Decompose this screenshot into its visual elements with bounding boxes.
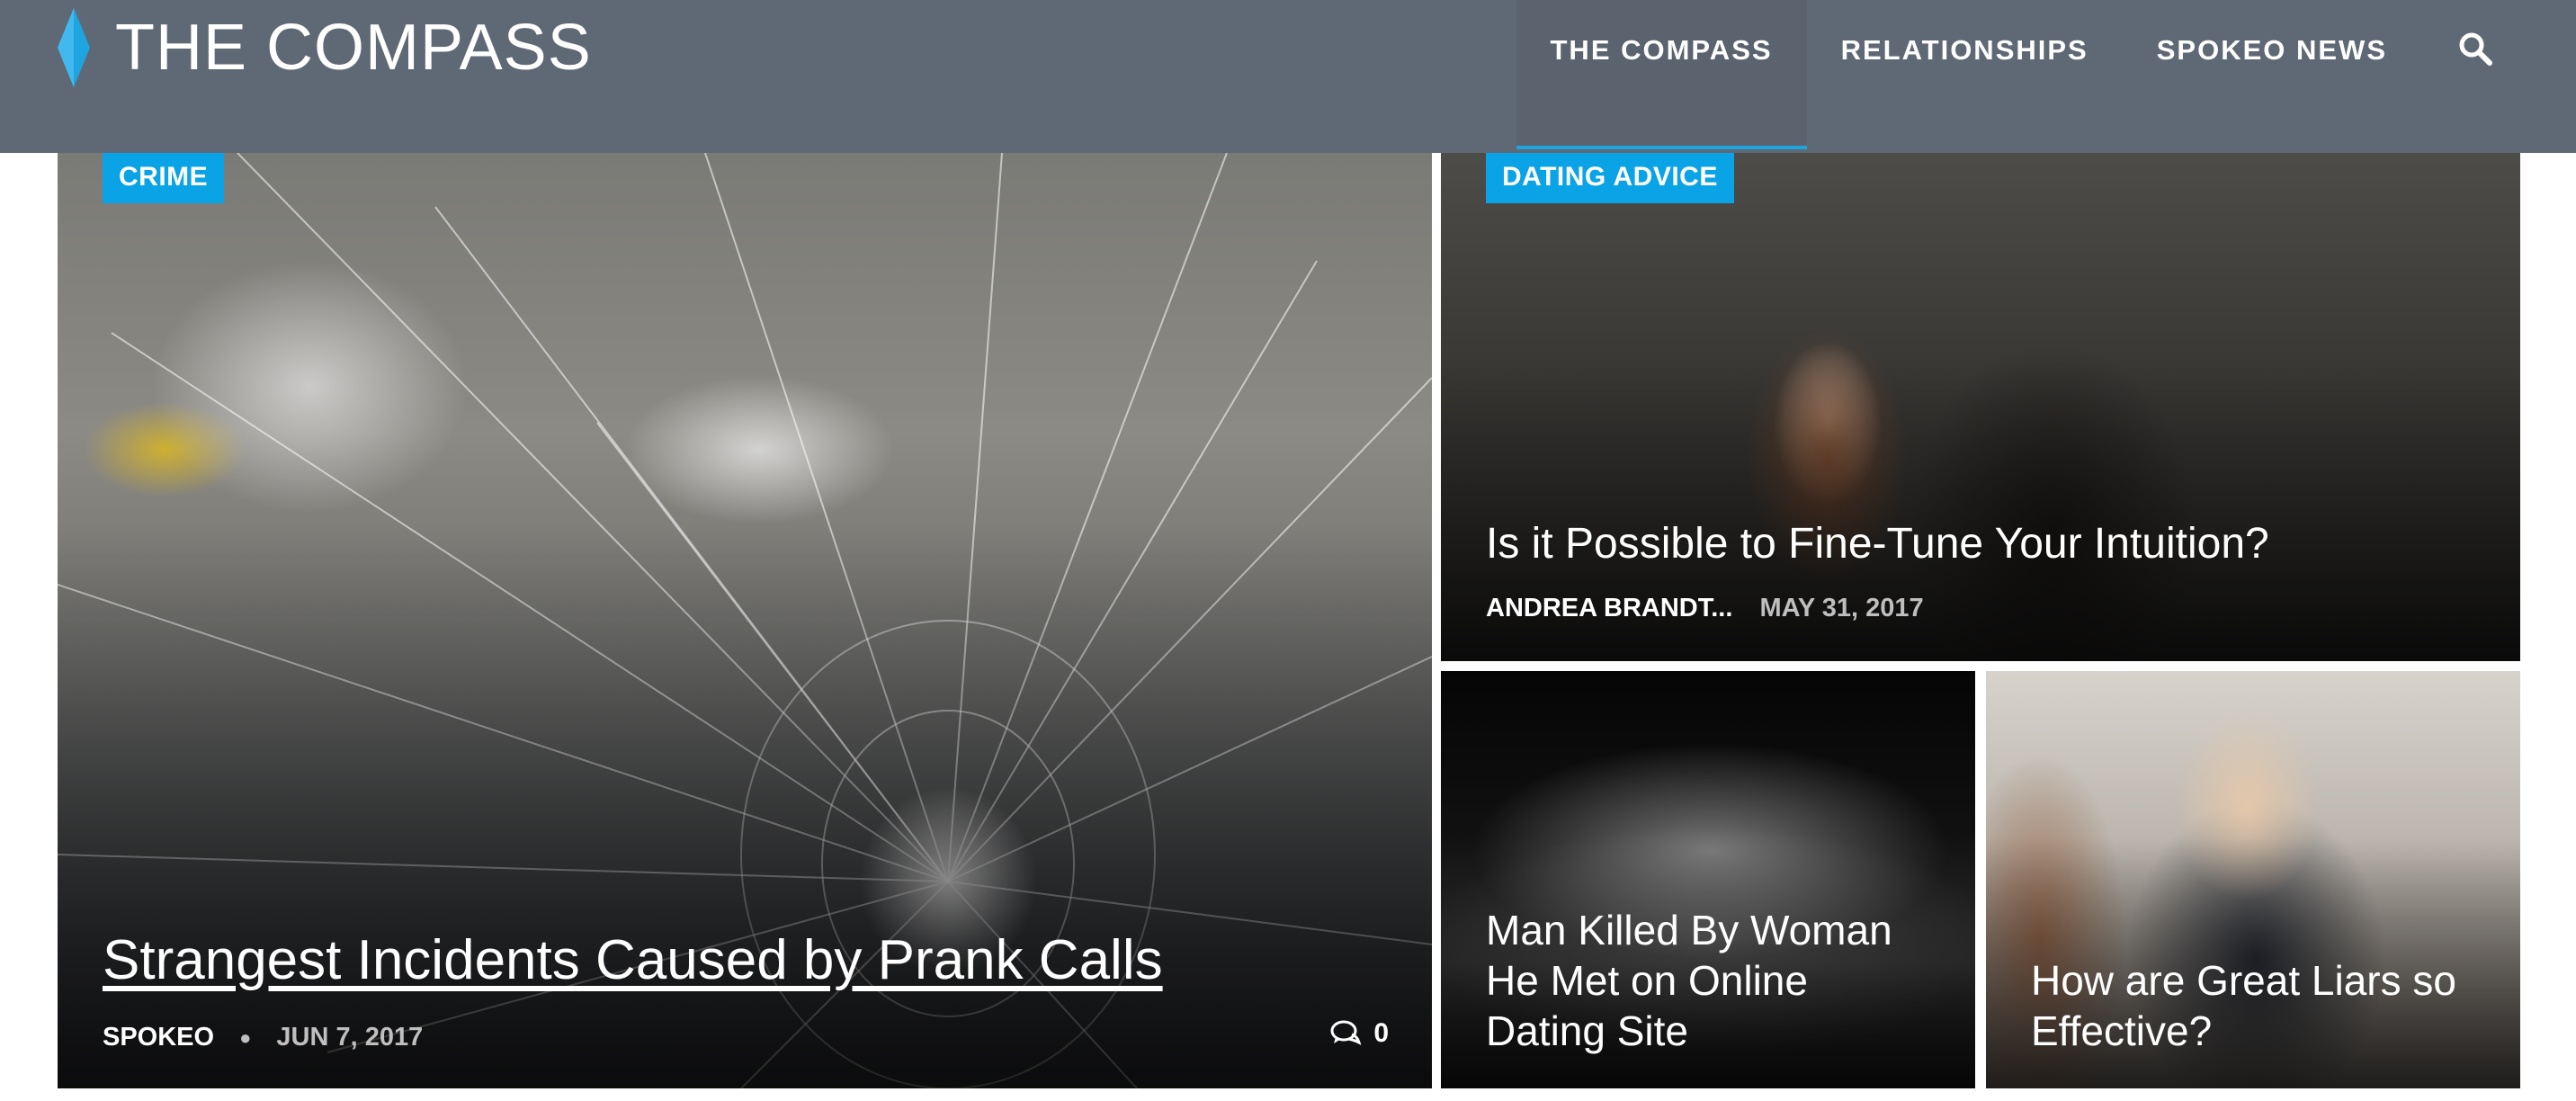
image-gradient-overlay	[58, 527, 1432, 1088]
category-tag-crime[interactable]: CRIME	[103, 153, 225, 203]
title-line: Man Killed By Woman	[1486, 906, 1892, 953]
logo-text: THE COMPASS	[115, 12, 592, 84]
comment-bubble-icon	[1330, 1020, 1362, 1045]
featured-article-meta: SPOKEO ● JUN 7, 2017	[103, 1023, 423, 1052]
title-line: How are Great Liars so	[2031, 956, 2456, 1004]
article-title[interactable]: Man Killed By Woman He Met on Online Dat…	[1486, 905, 1892, 1056]
article-date: JUN 7, 2017	[276, 1023, 424, 1052]
article-meta: ANDREA BRANDT... MAY 31, 2017	[1486, 594, 1924, 623]
category-tag-dating-advice[interactable]: DATING ADVICE	[1486, 153, 1734, 203]
search-button[interactable]	[2421, 0, 2511, 149]
article-date: MAY 31, 2017	[1759, 594, 1924, 622]
article-author[interactable]: ANDREA BRANDT...	[1486, 594, 1732, 623]
comment-count[interactable]: 0	[1330, 1018, 1389, 1049]
compass-diamond-icon	[58, 8, 90, 87]
main-nav: THE COMPASS RELATIONSHIPS SPOKEO NEWS	[1516, 0, 2512, 153]
site-logo[interactable]: THE COMPASS	[58, 7, 592, 88]
article-author[interactable]: SPOKEO	[103, 1023, 214, 1052]
meta-separator-dot: ●	[239, 1025, 252, 1049]
article-title[interactable]: Is it Possible to Fine-Tune Your Intuiti…	[1486, 518, 2269, 571]
nav-item-relationships[interactable]: RELATIONSHIPS	[1807, 0, 2123, 149]
nav-item-the-compass[interactable]: THE COMPASS	[1516, 0, 1807, 149]
featured-article-title[interactable]: Strangest Incidents Caused by Prank Call…	[103, 926, 1163, 995]
article-card-great-liars[interactable]: How are Great Liars so Effective?	[1986, 671, 2520, 1088]
comment-count-value: 0	[1373, 1018, 1389, 1048]
nav-item-spokeo-news[interactable]: SPOKEO NEWS	[2123, 0, 2421, 149]
title-line: Dating Site	[1486, 1007, 1689, 1054]
title-line: Effective?	[2031, 1007, 2213, 1054]
featured-article-card[interactable]: CRIME Strangest Incidents Caused by Pran…	[58, 153, 1432, 1088]
title-line: He Met on Online	[1486, 956, 1808, 1004]
article-title[interactable]: How are Great Liars so Effective?	[2031, 955, 2456, 1056]
search-icon	[2459, 32, 2492, 66]
site-header: THE COMPASS THE COMPASS RELATIONSHIPS SP…	[0, 0, 2576, 153]
article-card-man-killed[interactable]: Man Killed By Woman He Met on Online Dat…	[1441, 671, 1975, 1088]
article-card-intuition[interactable]: DATING ADVICE Is it Possible to Fine-Tun…	[1441, 153, 2520, 661]
